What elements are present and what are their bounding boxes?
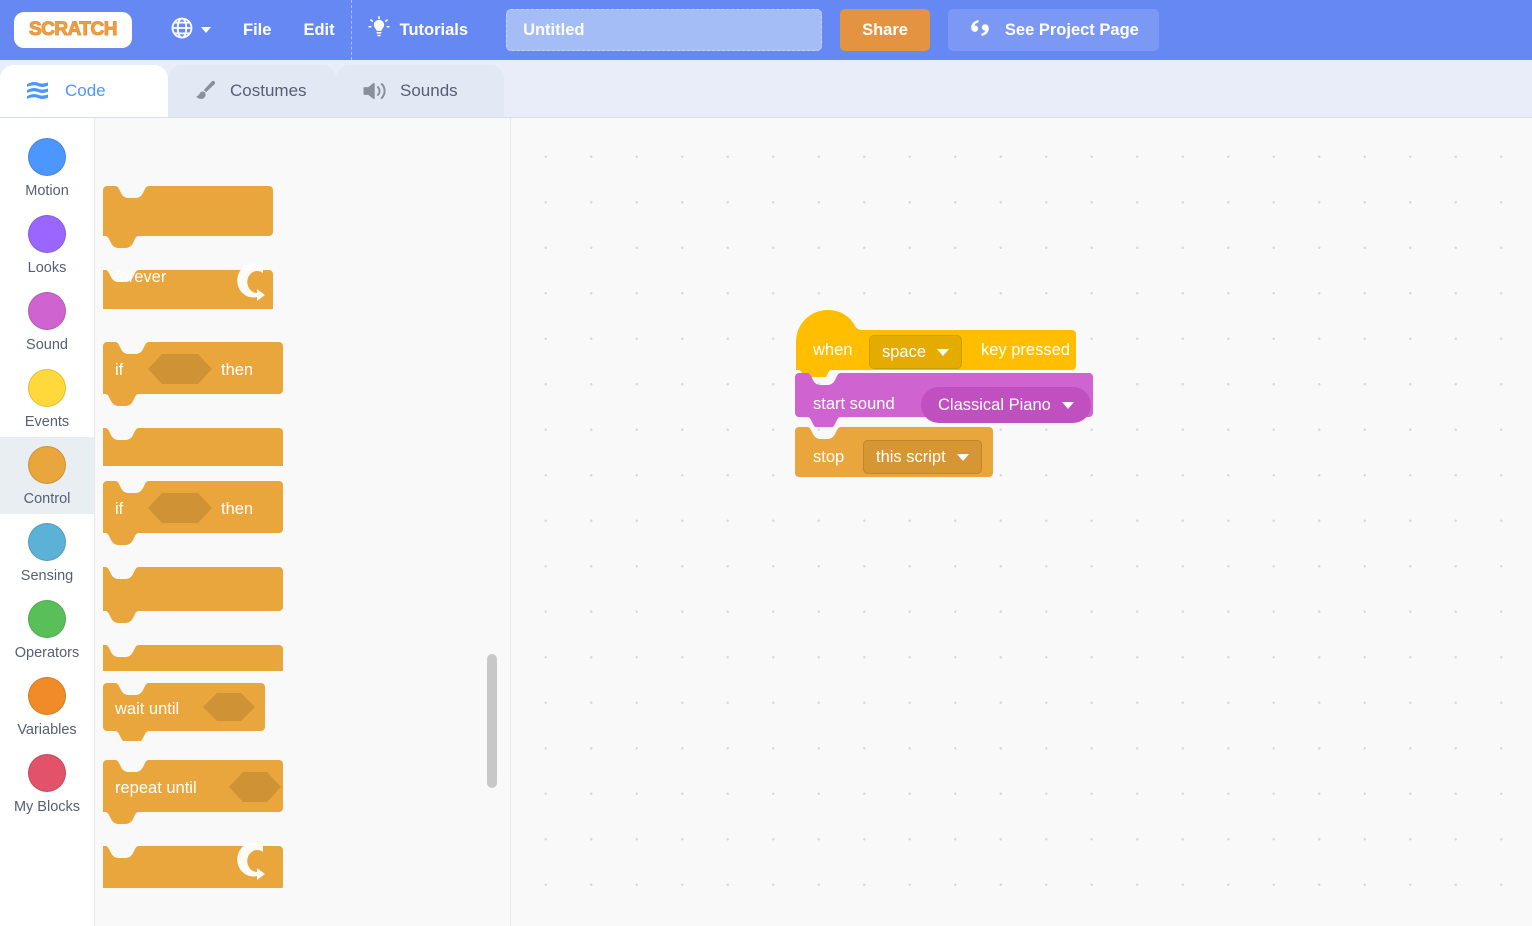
category-color-dot — [28, 215, 66, 253]
sound-dropdown[interactable]: Classical Piano — [921, 387, 1091, 423]
tab-code-label: Code — [65, 81, 106, 100]
block-category-list: Motion Looks Sound Events Control Sensin… — [0, 118, 95, 926]
category-label: Sensing — [20, 568, 74, 584]
category-variables[interactable]: Variables — [0, 668, 94, 745]
category-motion[interactable]: Motion — [0, 129, 94, 206]
block-start-sound[interactable]: start sound Classical Piano — [795, 373, 1093, 427]
key-dropdown[interactable]: space — [869, 335, 963, 369]
category-label: Events — [24, 414, 70, 430]
category-color-dot — [28, 446, 66, 484]
block-palette-blocks: forever if then if then else — [95, 118, 510, 926]
category-color-dot — [28, 600, 66, 638]
category-color-dot — [28, 677, 66, 715]
category-label: Sound — [26, 337, 68, 353]
palette-block-wait-until[interactable]: wait until — [103, 683, 295, 741]
block-palette[interactable]: forever if then if then else — [95, 118, 511, 926]
tab-sounds[interactable]: Sounds — [336, 65, 504, 117]
stop-option-dropdown[interactable]: this script — [863, 440, 982, 474]
scratch-logo[interactable]: SCRATCH — [14, 12, 132, 48]
key-dropdown-value: space — [882, 342, 927, 361]
palette-scrollbar-track[interactable] — [486, 118, 498, 926]
category-label: My Blocks — [13, 799, 81, 815]
tab-costumes-label: Costumes — [230, 81, 307, 100]
block-stop[interactable]: stop this script — [795, 427, 993, 477]
editor-body: Motion Looks Sound Events Control Sensin… — [0, 118, 1532, 926]
tab-sounds-label: Sounds — [400, 81, 458, 100]
category-my-blocks[interactable]: My Blocks — [0, 745, 94, 822]
tab-bar: Code Costumes Sounds — [0, 60, 1532, 118]
category-operators[interactable]: Operators — [0, 591, 94, 668]
scratch-logo-text: SCRATCH — [29, 19, 118, 41]
tab-costumes[interactable]: Costumes — [168, 65, 336, 117]
category-label: Operators — [14, 645, 80, 661]
category-control[interactable]: Control — [0, 437, 94, 514]
file-menu[interactable]: File — [227, 0, 287, 60]
tutorials-label: Tutorials — [399, 20, 469, 39]
chevron-down-icon — [201, 27, 211, 33]
category-label: Motion — [25, 183, 69, 199]
category-color-dot — [28, 138, 66, 176]
share-button[interactable]: Share — [840, 9, 930, 51]
palette-block-repeat-until[interactable]: repeat until — [103, 760, 295, 888]
lightbulb-icon — [367, 15, 400, 45]
tutorials-menu[interactable]: Tutorials — [350, 0, 484, 60]
quote-icon — [968, 17, 992, 44]
category-label: Variables — [17, 722, 77, 738]
palette-scrollbar-thumb[interactable] — [487, 654, 497, 788]
category-color-dot — [28, 523, 66, 561]
category-events[interactable]: Events — [0, 360, 94, 437]
chevron-down-icon — [956, 453, 969, 461]
project-title-input[interactable] — [506, 9, 823, 51]
stop-option-value: this script — [876, 447, 946, 466]
category-label: Control — [23, 491, 71, 507]
globe-icon — [170, 16, 194, 45]
category-sensing[interactable]: Sensing — [0, 514, 94, 591]
category-sound[interactable]: Sound — [0, 283, 94, 360]
edit-menu[interactable]: Edit — [287, 0, 350, 60]
category-label: Looks — [27, 260, 67, 276]
category-color-dot — [28, 292, 66, 330]
category-color-dot — [28, 754, 66, 792]
see-project-page-button[interactable]: See Project Page — [947, 9, 1159, 51]
block-when-key-pressed[interactable]: when space key pressed — [796, 310, 1076, 377]
palette-block-if-then-else[interactable]: if then else — [103, 481, 295, 729]
language-menu[interactable] — [154, 0, 227, 60]
chevron-down-icon — [1061, 401, 1074, 409]
tab-code[interactable]: Code — [0, 65, 168, 117]
category-looks[interactable]: Looks — [0, 206, 94, 283]
palette-block-if-then[interactable]: if then — [103, 342, 295, 466]
sound-dropdown-value: Classical Piano — [938, 395, 1051, 414]
menu-bar: SCRATCH File Edit Tutorials Untitled Sha… — [0, 0, 1532, 60]
code-stack-icon — [26, 80, 53, 102]
chevron-down-icon — [937, 348, 950, 356]
see-project-page-label: See Project Page — [1004, 20, 1139, 39]
palette-block-repeat-partial[interactable] — [103, 118, 293, 168]
paintbrush-icon — [194, 79, 218, 103]
palette-block-forever[interactable]: forever — [103, 186, 295, 309]
speaker-icon — [362, 80, 388, 102]
code-workspace[interactable]: when space key pressed start sound Class… — [511, 118, 1532, 926]
category-color-dot — [28, 369, 66, 407]
